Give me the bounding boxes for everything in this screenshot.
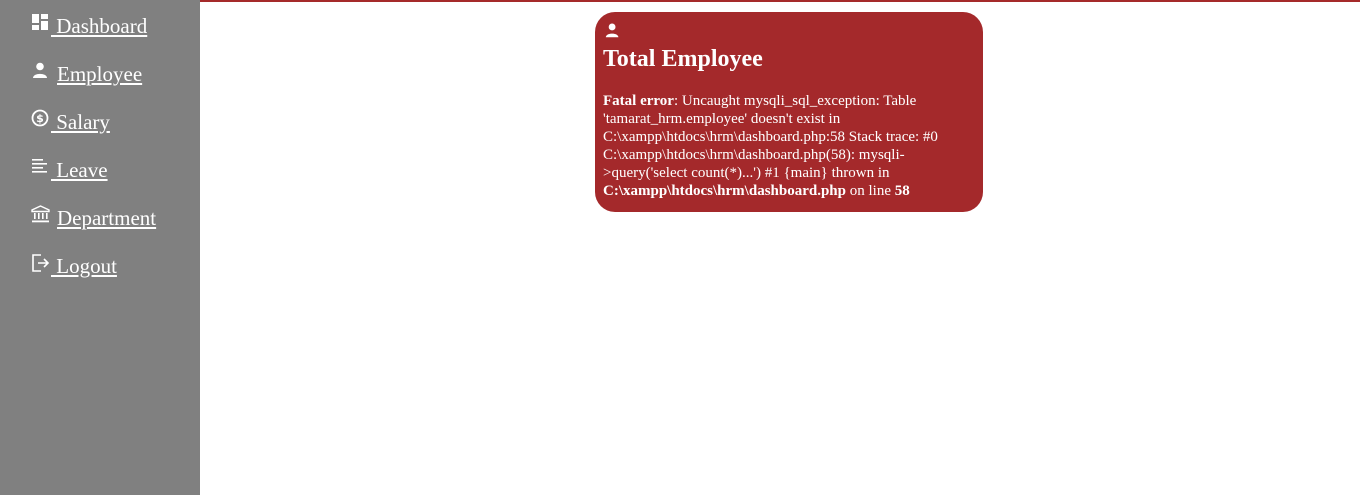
sidebar-item-label: Department: [57, 206, 157, 230]
svg-text:$: $: [36, 112, 44, 125]
sidebar: Dashboard Employee $ Salary Leave Depart…: [0, 0, 200, 495]
error-on-line-text: on line: [846, 183, 895, 199]
sidebar-item-logout[interactable]: Logout: [31, 251, 117, 281]
dollar-circle-icon: $: [31, 109, 51, 129]
card-title: Total Employee: [603, 46, 763, 72]
error-file-path: C:\xampp\htdocs\hrm\dashboard.php: [603, 183, 846, 199]
person-icon: [604, 22, 622, 40]
sidebar-item-employee[interactable]: Employee: [31, 59, 142, 89]
fatal-error-message: Fatal error: Uncaught mysqli_sql_excepti…: [603, 92, 975, 200]
error-prefix: Fatal error: [603, 93, 674, 109]
sidebar-item-department[interactable]: Department: [31, 203, 156, 233]
sidebar-item-salary[interactable]: $ Salary: [31, 107, 110, 137]
sidebar-item-label: Salary: [51, 110, 110, 134]
notes-icon: [31, 157, 51, 177]
sidebar-item-label: Dashboard: [51, 14, 148, 38]
sidebar-item-leave[interactable]: Leave: [31, 155, 108, 185]
total-employee-card: Total Employee Fatal error: Uncaught mys…: [595, 12, 983, 212]
sidebar-item-label: Leave: [51, 158, 108, 182]
person-icon: [31, 61, 57, 81]
sidebar-item-dashboard[interactable]: Dashboard: [31, 11, 147, 41]
sidebar-item-label: Employee: [57, 62, 143, 86]
error-line-number: 58: [894, 183, 910, 199]
bank-icon: [31, 205, 57, 225]
logout-icon: [31, 253, 51, 273]
top-accent-line: [0, 0, 1360, 2]
dashboard-icon: [31, 13, 51, 33]
sidebar-item-label: Logout: [51, 254, 117, 278]
